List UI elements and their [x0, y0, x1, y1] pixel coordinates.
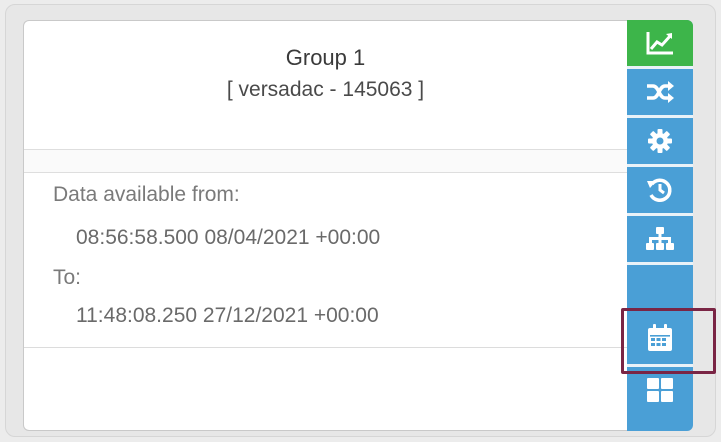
grid-icon [647, 378, 673, 402]
history-button[interactable] [627, 167, 693, 213]
toolbar-separator [627, 262, 693, 265]
gear-icon [648, 129, 672, 153]
device-subtitle: [ versadac - 145063 ] [226, 78, 425, 101]
calendar-button[interactable] [627, 315, 693, 361]
to-label: To: [53, 266, 82, 289]
calendar-icon [648, 324, 672, 351]
shuffle-button[interactable] [627, 69, 693, 115]
card-header: Group 1 [ versadac - 145063 ] [24, 21, 627, 149]
history-icon [647, 178, 672, 202]
available-from-label: Data available from: [53, 183, 240, 206]
settings-button[interactable] [627, 118, 693, 164]
trend-button[interactable] [627, 20, 693, 66]
hierarchy-button[interactable] [627, 216, 693, 262]
footer-divider [24, 347, 627, 348]
header-divider-band [24, 149, 627, 173]
to-value: 11:48:08.250 27/12/2021 +00:00 [76, 304, 379, 327]
shuffle-icon [647, 81, 674, 103]
group-card: Group 1 [ versadac - 145063 ] Data avail… [23, 20, 627, 431]
group-title: Group 1 [285, 45, 366, 70]
side-toolbar [627, 20, 693, 431]
sitemap-icon [646, 227, 674, 250]
layout-button[interactable] [627, 367, 693, 413]
line-chart-icon [646, 32, 673, 55]
available-from-value: 08:56:58.500 08/04/2021 +00:00 [76, 226, 381, 249]
